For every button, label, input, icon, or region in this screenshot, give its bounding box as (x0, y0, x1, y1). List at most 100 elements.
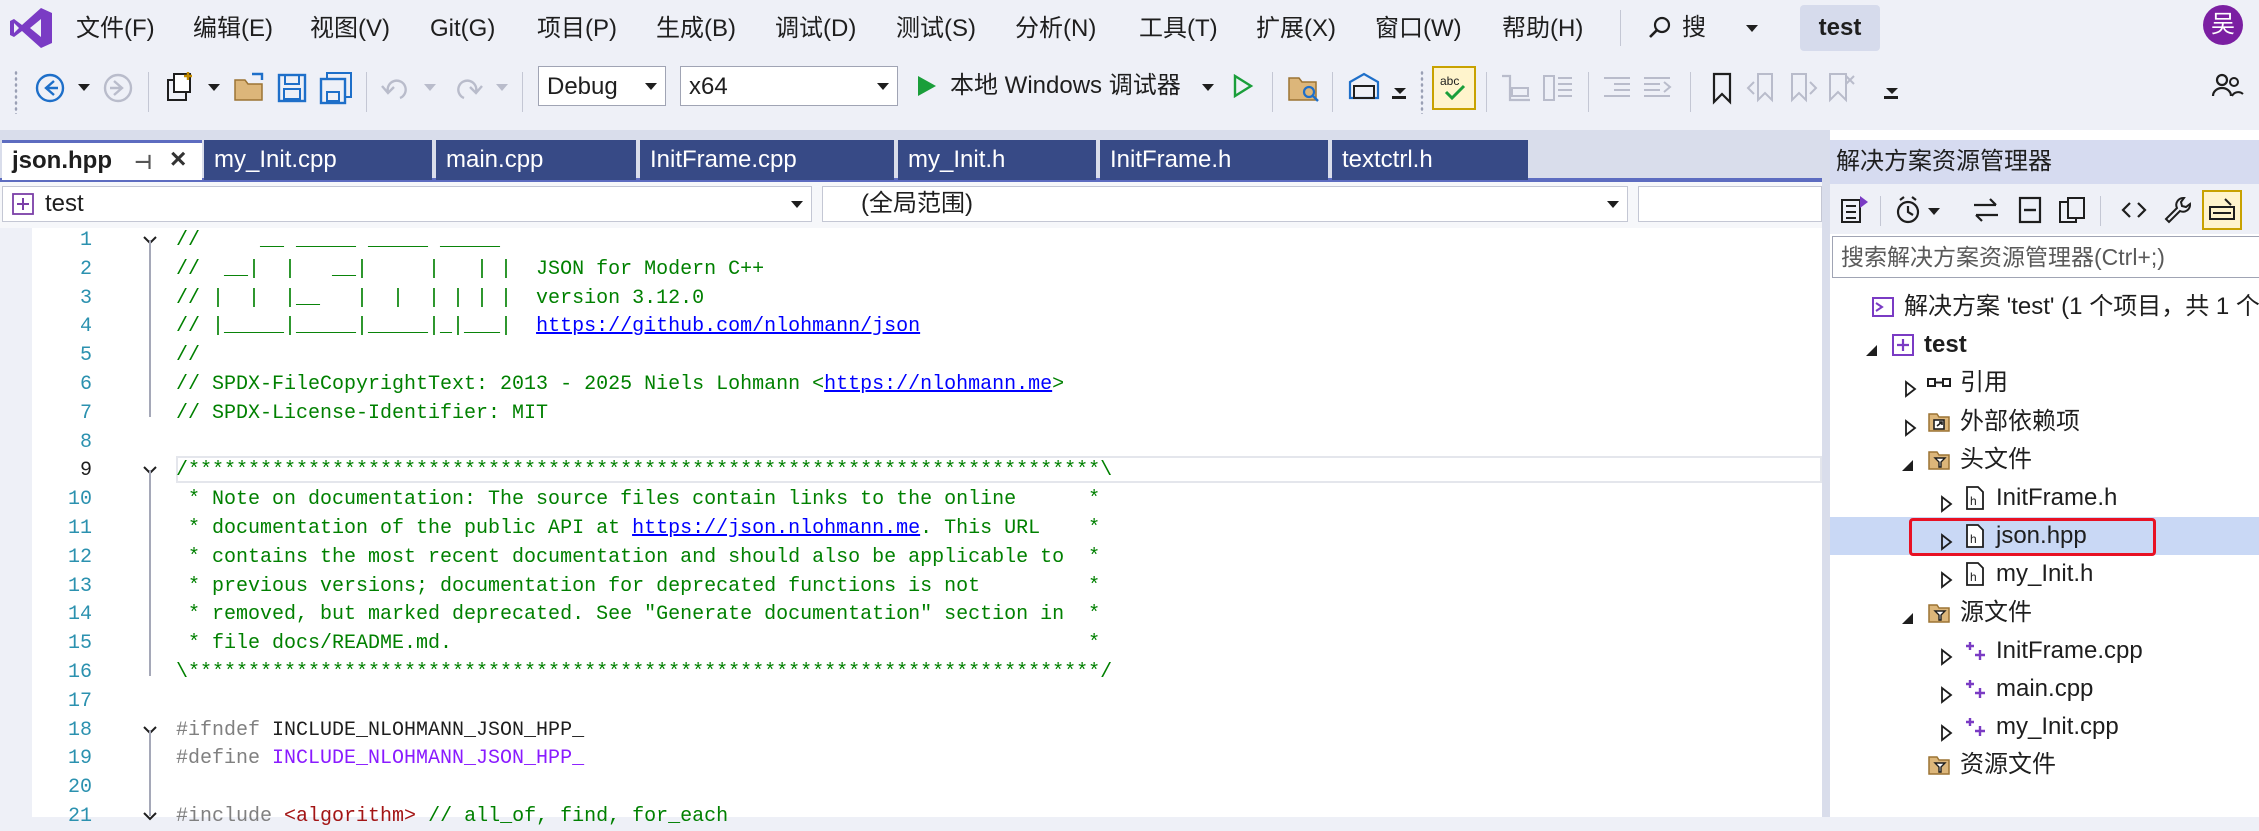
menu-item-9[interactable]: 工具(T) (1139, 0, 1218, 56)
previous-bookmark-icon[interactable] (1744, 70, 1780, 106)
menu-item-8[interactable]: 分析(N) (1015, 0, 1096, 56)
switch-views-icon[interactable] (1838, 192, 1872, 226)
code-link[interactable]: https://nlohmann.me (824, 373, 1052, 396)
expanded-arrow-icon[interactable] (1862, 335, 1882, 357)
spell-check-toggle[interactable]: abc (1432, 66, 1476, 110)
redo-icon[interactable] (450, 70, 486, 106)
pending-changes-filter-icon[interactable] (1892, 194, 1924, 226)
panel-splitter[interactable] (1822, 130, 1830, 817)
tree-item-initframe-h[interactable]: h InitFrame.h (1830, 479, 2259, 517)
collapsed-arrow-icon[interactable] (1936, 679, 1956, 704)
tab-initframe-cpp[interactable]: InitFrame.cpp (640, 140, 894, 180)
preview-selected-items-toggle[interactable] (2202, 190, 2242, 230)
chevron-down-icon[interactable] (496, 84, 508, 91)
collapsed-arrow-icon[interactable] (1936, 564, 1956, 590)
new-project-icon[interactable] (162, 70, 198, 106)
menu-item-0[interactable]: 文件(F) (76, 0, 155, 56)
expanded-arrow-icon[interactable] (1898, 603, 1918, 624)
line-number: 8 (79, 430, 92, 454)
menu-item-6[interactable]: 调试(D) (775, 0, 856, 56)
toolbar-grip[interactable] (14, 70, 18, 114)
expanded-arrow-icon[interactable] (1898, 450, 1918, 471)
live-share-icon[interactable] (2210, 68, 2246, 104)
toolbar-grip[interactable] (1420, 70, 1424, 114)
tree-item-my-init-h[interactable]: h my_Init.h (1830, 555, 2259, 593)
open-folder-icon[interactable] (232, 70, 268, 106)
tab-textctrl-h[interactable]: textctrl.h (1332, 140, 1528, 180)
tree-item-my-init-cpp[interactable]: my_Init.cpp (1830, 708, 2259, 746)
line-number: 5 (79, 344, 92, 368)
avatar[interactable]: 吴 (2203, 5, 2243, 45)
collapse-all-icon[interactable] (2014, 194, 2046, 226)
tab-my-init-cpp[interactable]: my_Init.cpp (204, 140, 432, 180)
overflow-icon[interactable] (1392, 96, 1406, 99)
chevron-down-icon[interactable] (424, 84, 436, 91)
chevron-down-icon[interactable] (1394, 88, 1406, 94)
menu-item-2[interactable]: 视图(V) (310, 0, 390, 56)
platform-select[interactable]: x64 (680, 66, 898, 106)
code-token: // SPDX-License-Identifier: MIT (176, 401, 549, 425)
code-link[interactable]: https://github.com/nlohmann/json (536, 315, 920, 338)
save-all-icon[interactable] (318, 70, 354, 106)
solution-explorer-search-input[interactable]: 搜索解决方案资源管理器(Ctrl+;) (1832, 236, 2259, 278)
chevron-down-icon[interactable] (1202, 84, 1214, 91)
menu-item-10[interactable]: 扩展(X) (1256, 0, 1336, 56)
tab-main-cpp[interactable]: main.cpp (436, 140, 636, 180)
undo-icon[interactable] (378, 70, 414, 106)
parameter-info-icon[interactable] (1540, 70, 1576, 106)
pin-icon[interactable]: ⊣ (134, 145, 152, 181)
quick-info-icon[interactable] (1498, 70, 1534, 106)
layout-icon[interactable] (1346, 70, 1382, 106)
tree-item-[interactable]: 头文件 (1830, 441, 2259, 479)
tree-item-[interactable]: 源文件 (1830, 594, 2259, 632)
tree-item-test-1-1[interactable]: 解决方案 'test' (1 个项目，共 1 个) (1830, 288, 2259, 326)
menu-item-1[interactable]: 编辑(E) (193, 0, 273, 56)
bookmark-icon[interactable] (1704, 70, 1740, 106)
tree-item-main-cpp[interactable]: main.cpp (1830, 670, 2259, 708)
menu-item-5[interactable]: 生成(B) (656, 0, 736, 56)
tab-initframe-h[interactable]: InitFrame.h (1100, 140, 1328, 180)
member-dropdown[interactable] (1638, 186, 1822, 222)
browse-folder-icon[interactable] (1286, 70, 1322, 106)
project-dropdown[interactable]: test (2, 186, 812, 222)
chevron-down-icon[interactable] (1928, 208, 1940, 215)
navigate-back-icon[interactable] (32, 70, 68, 106)
outdent-icon[interactable] (1600, 70, 1636, 106)
menu-item-3[interactable]: Git(G) (430, 0, 495, 56)
chevron-down-icon[interactable] (208, 84, 220, 91)
chevron-down-icon[interactable] (1886, 88, 1898, 94)
clear-bookmarks-icon[interactable] (1822, 70, 1858, 106)
code-link[interactable]: https://json.nlohmann.me (632, 517, 920, 540)
close-icon[interactable]: × (170, 141, 186, 177)
collapsed-arrow-icon[interactable] (1936, 488, 1956, 513)
overflow-icon[interactable] (1884, 96, 1898, 99)
tree-item-[interactable]: 资源文件 (1830, 746, 2259, 784)
start-without-debugging-icon[interactable] (1232, 74, 1254, 98)
menu-item-11[interactable]: 窗口(W) (1375, 0, 1462, 56)
save-icon[interactable] (274, 70, 310, 106)
sync-with-active-document-icon[interactable] (1970, 194, 2002, 226)
tab-json-hpp[interactable]: json.hpp ⊣ × (2, 140, 202, 180)
tree-item-[interactable]: 外部依赖项 (1830, 403, 2259, 441)
tree-item-initframe-cpp[interactable]: InitFrame.cpp (1830, 632, 2259, 670)
tree-item-test[interactable]: test (1830, 326, 2259, 364)
properties-wrench-icon[interactable] (2162, 194, 2194, 226)
tree-item-[interactable]: 引用 (1830, 364, 2259, 402)
collapsed-arrow-icon[interactable] (1900, 412, 1920, 437)
solution-config-select[interactable]: Debug (538, 66, 666, 106)
chevron-down-icon[interactable] (78, 84, 90, 91)
collapsed-arrow-icon[interactable] (1936, 641, 1956, 666)
navigate-forward-icon[interactable] (100, 70, 136, 106)
show-all-files-icon[interactable] (2056, 194, 2088, 226)
menu-item-7[interactable]: 测试(S) (896, 0, 976, 56)
menu-item-4[interactable]: 项目(P) (537, 0, 617, 56)
tab-my-init-h[interactable]: my_Init.h (898, 140, 1096, 180)
scope-dropdown[interactable]: (全局范围) (822, 186, 1628, 222)
collapsed-arrow-icon[interactable] (1936, 717, 1956, 743)
menu-item-12[interactable]: 帮助(H) (1502, 0, 1583, 56)
next-bookmark-icon[interactable] (1784, 70, 1820, 106)
indent-icon[interactable] (1640, 70, 1676, 106)
collapsed-arrow-icon[interactable] (1900, 373, 1920, 399)
visual-studio-logo-icon[interactable] (8, 6, 54, 50)
view-code-icon[interactable] (2118, 194, 2150, 226)
